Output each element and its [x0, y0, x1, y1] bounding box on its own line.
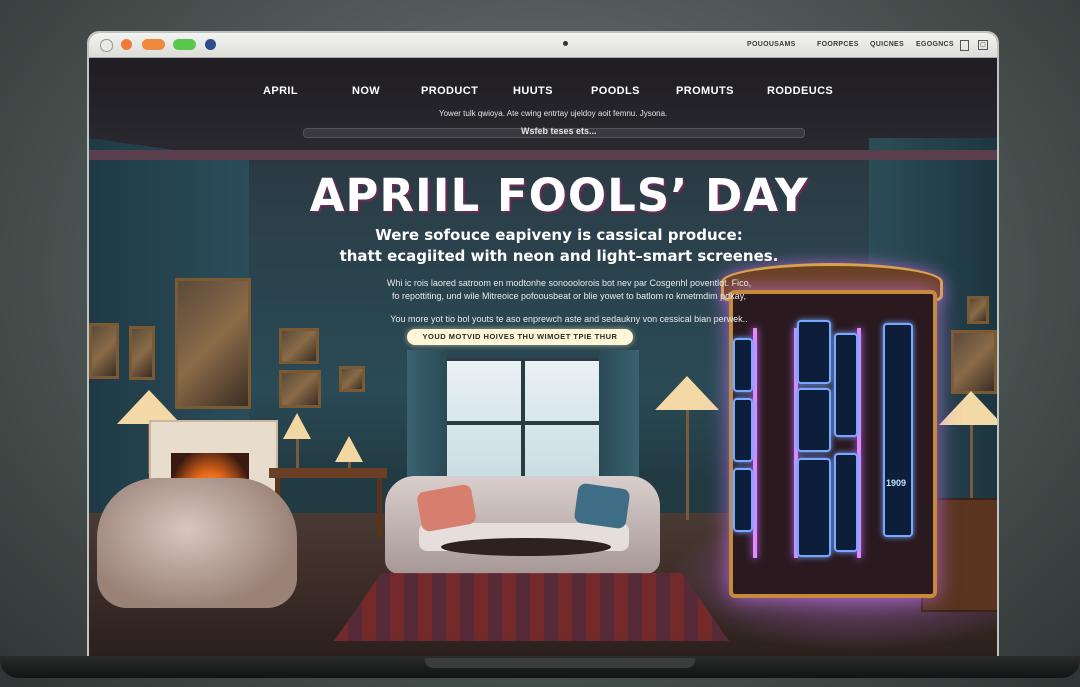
painting-small-3: [279, 328, 319, 364]
crown-molding: [89, 150, 997, 160]
window-close-button[interactable]: [100, 39, 113, 52]
nav-promuts[interactable]: PROMUTS: [676, 85, 734, 97]
hero-title: APRIIL FOOLS’ DAY: [309, 169, 809, 222]
window-tab-blue[interactable]: [205, 39, 216, 50]
cabinet-screen-1[interactable]: [733, 338, 753, 392]
browser-link-4[interactable]: EGOGNCS: [916, 41, 954, 48]
painting-small-5: [339, 366, 365, 392]
lamp-shade-right: [939, 391, 997, 425]
lamp-shade-desk-2: [335, 436, 363, 462]
lamp-pole-right: [970, 425, 973, 500]
cabinet-screen-4[interactable]: [797, 320, 831, 384]
browser-link-2[interactable]: FOORPCES: [817, 41, 859, 48]
nav-huuts[interactable]: HUUTS: [513, 85, 553, 97]
painting-small-2: [129, 326, 155, 380]
hero-subtitle-line-1: Were sofouce eapiveny is cassical produc…: [375, 226, 743, 244]
cabinet-screen-8[interactable]: [834, 453, 858, 552]
header-subline: Wsfeb teses ets...: [521, 126, 597, 136]
painting-small-1: [89, 323, 119, 379]
nav-product[interactable]: PRODUCT: [421, 85, 478, 97]
cabinet-screen-label: 1909: [886, 478, 907, 488]
writing-desk: [269, 468, 387, 478]
window-tab-orange[interactable]: [142, 39, 165, 50]
painting-right-small: [967, 296, 989, 324]
curtain-right: [599, 350, 639, 495]
window-minimize-button[interactable]: [121, 39, 132, 50]
browser-link-1[interactable]: POUOUSAMS: [747, 41, 796, 48]
neon-strip-1: [753, 328, 757, 558]
hero-scene: 1909: [89, 58, 997, 661]
cabinet-screen-5[interactable]: [797, 388, 831, 452]
laptop-hinge-notch: [425, 658, 695, 668]
header-tagline: Yower tulk qwioya. Ate cwing entrtay uje…: [439, 109, 668, 118]
lamp-pole-floor: [686, 410, 689, 520]
hero-body-line-3: You more yot tio bol youts te aso enprew…: [390, 314, 748, 324]
nav-now[interactable]: NOW: [352, 85, 380, 97]
rug: [334, 573, 729, 641]
cabinet-screen-3[interactable]: [733, 468, 753, 532]
browser-link-3[interactable]: QUICNES: [870, 41, 904, 48]
curtain-left: [407, 350, 447, 495]
browser-toolbar: POUOUSAMS FOORPCES QUICNES EGOGNCS ▢: [89, 33, 997, 58]
hero-subtitle: Were sofouce eapiveny is cassical produc…: [259, 225, 859, 267]
lamp-shade-left: [117, 390, 181, 424]
hero-body-line-2: fo repottiting, und wile Mitreoice pofoo…: [391, 291, 746, 301]
document-icon[interactable]: [960, 40, 969, 51]
lamp-pole-desk: [296, 439, 299, 469]
ceiling: [89, 58, 997, 153]
pillow-blue: [573, 482, 631, 530]
painting-small-4: [279, 370, 321, 408]
cta-button[interactable]: YOUD MOTVID HOIVES THU WIMOET TPIE THUR: [407, 329, 633, 345]
cabinet-screen-7[interactable]: [834, 333, 858, 437]
nav-poodls[interactable]: POODLS: [591, 85, 640, 97]
window-icon[interactable]: ▢: [978, 40, 988, 50]
lamp-shade-desk: [283, 413, 311, 439]
hero-body: Whi ic rois laored satroom en modtonhe s…: [289, 277, 849, 303]
nav-roddeucs[interactable]: RODDEUCS: [767, 85, 833, 97]
coffee-table: [441, 538, 611, 556]
painting-large: [175, 278, 251, 409]
nav-april[interactable]: APRIL: [263, 85, 298, 97]
cabinet-screen-9[interactable]: [883, 323, 913, 537]
camera-icon: [563, 41, 568, 46]
painting-right: [951, 330, 997, 394]
desk-leg-2: [377, 478, 382, 538]
cabinet-screen-2[interactable]: [733, 398, 753, 462]
hero-body-line-1: Whi ic rois laored satroom en modtonhe s…: [386, 278, 752, 288]
armchair: [97, 478, 297, 608]
lamp-shade-floor: [655, 376, 719, 410]
window-tab-green[interactable]: [173, 39, 196, 50]
cabinet-screen-6[interactable]: [797, 458, 831, 557]
hero-subtitle-line-2: thatt ecagiited with neon and light–smar…: [339, 247, 779, 265]
laptop-screen: POUOUSAMS FOORPCES QUICNES EGOGNCS ▢ 190…: [89, 33, 997, 661]
